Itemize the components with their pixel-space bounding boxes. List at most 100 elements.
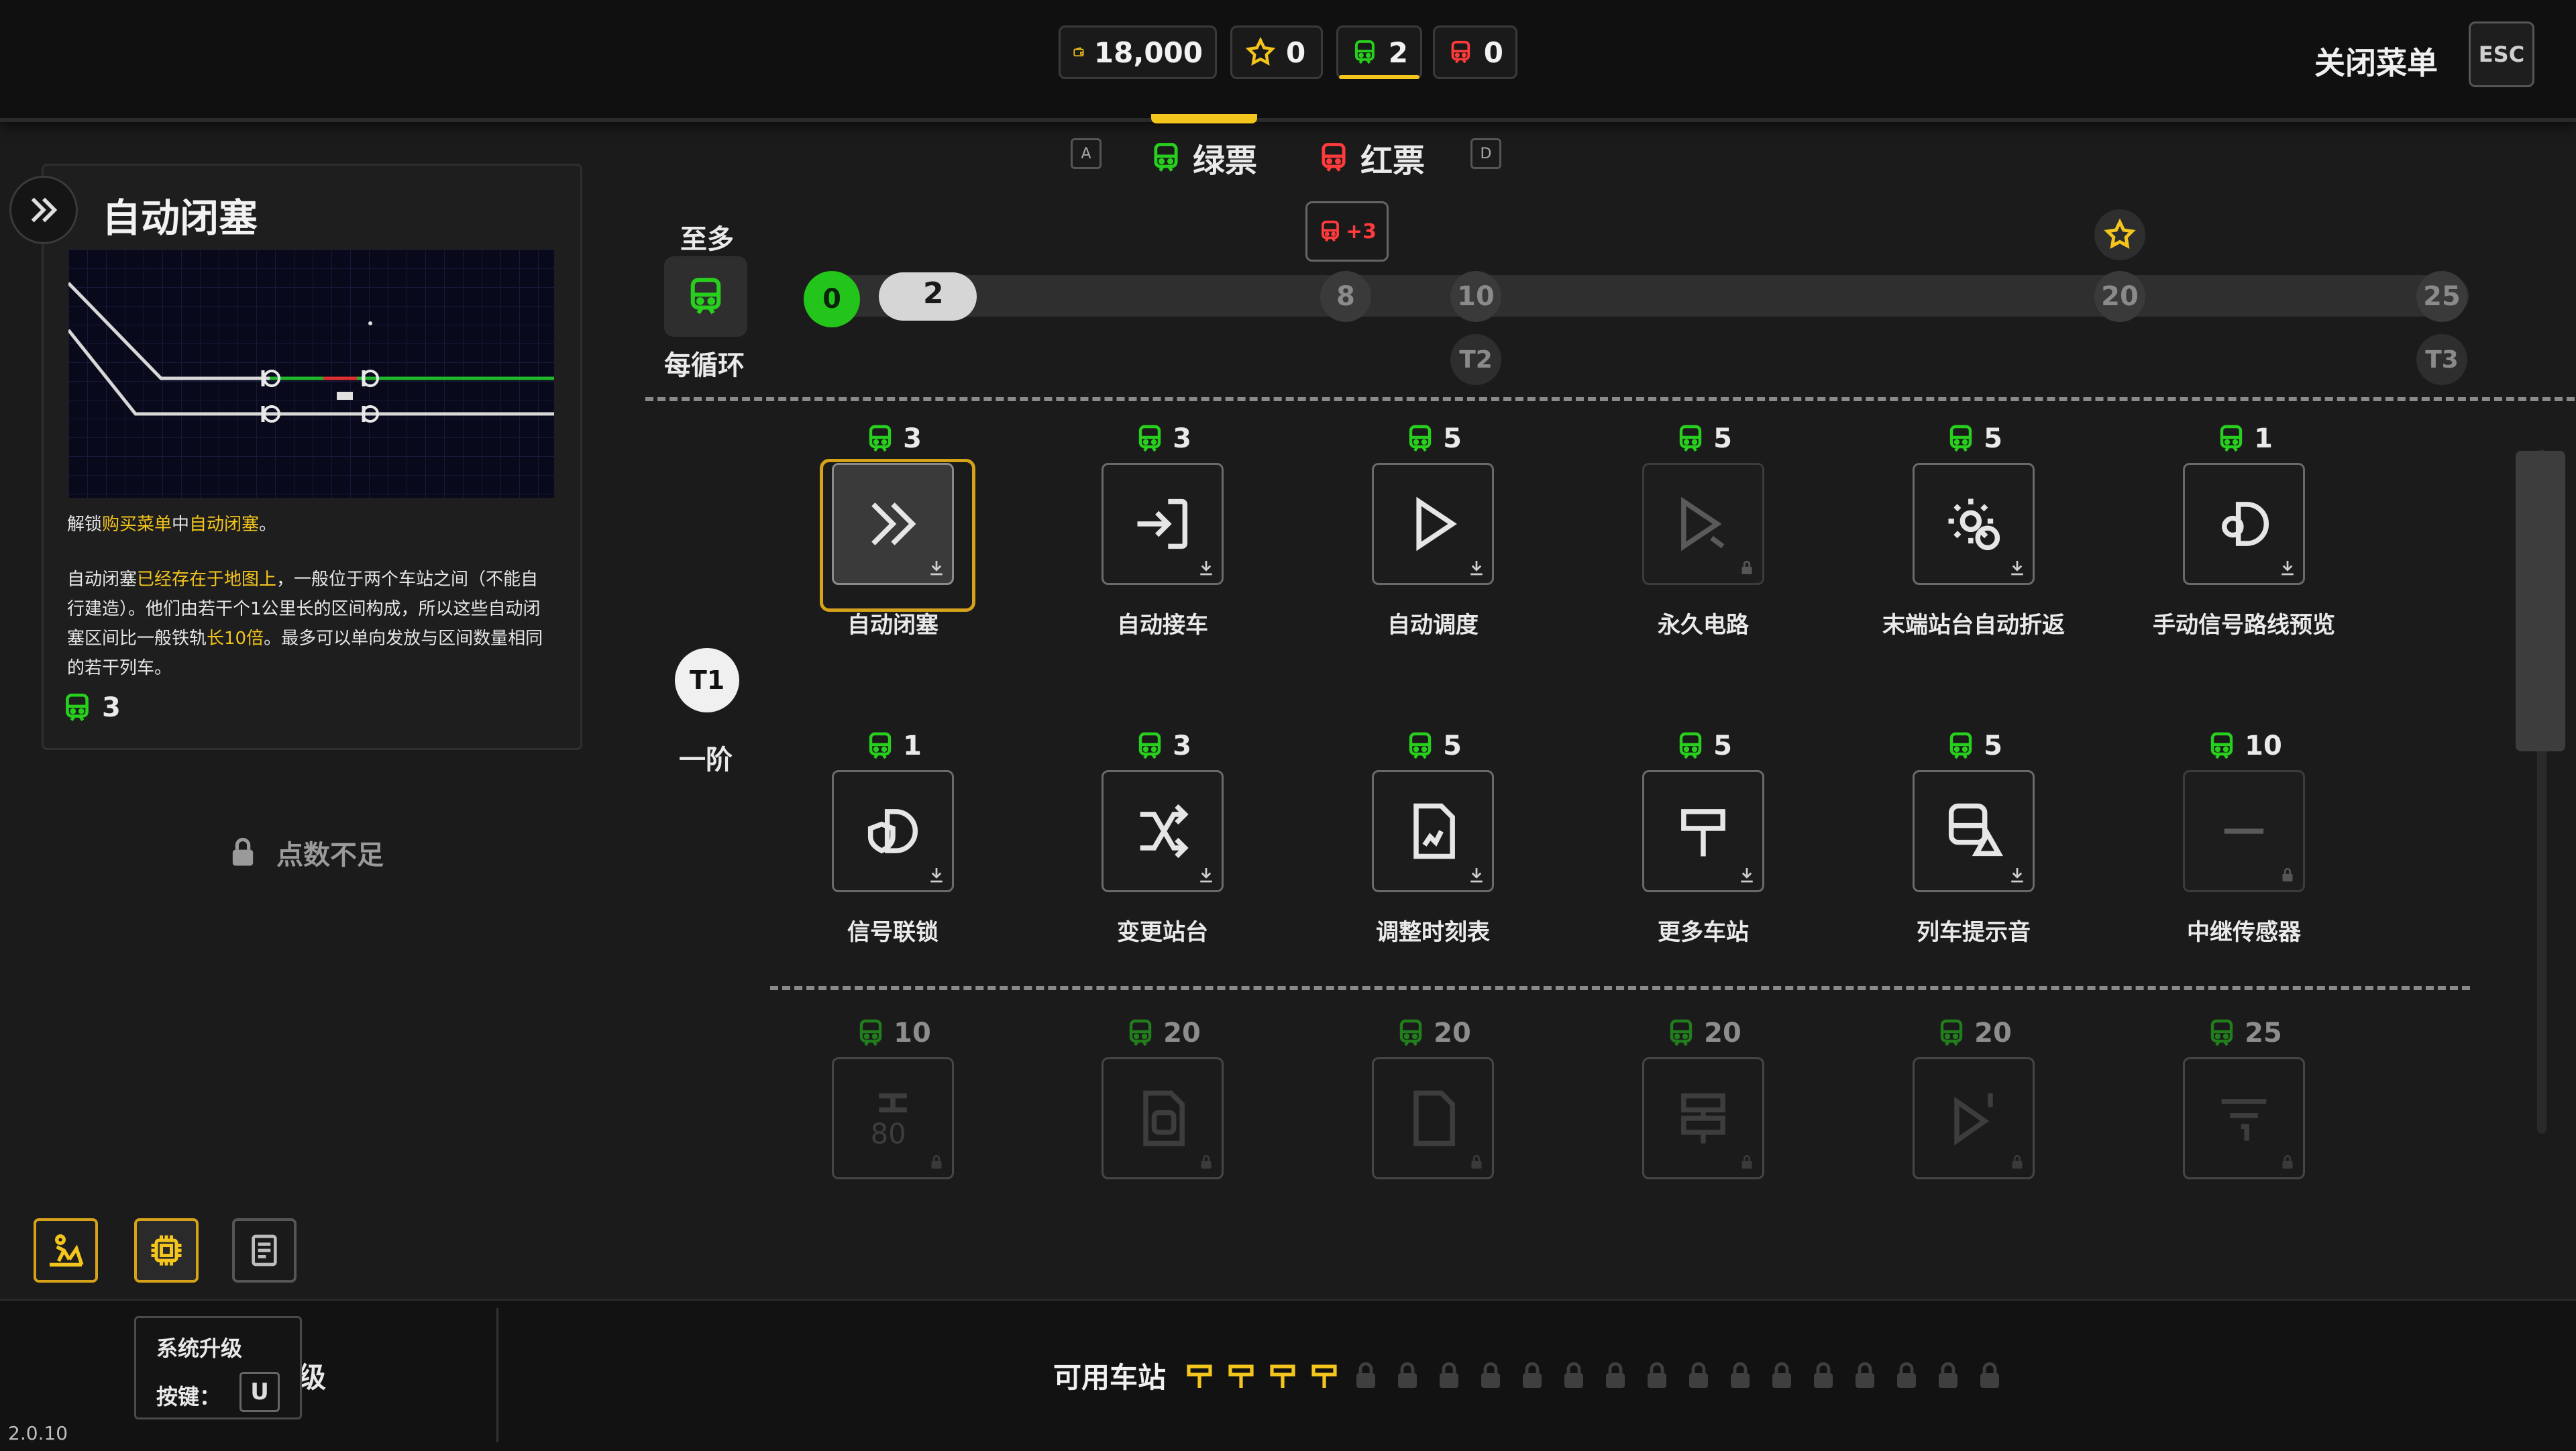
red-ticket-counter[interactable]: 0 [1433,25,1517,79]
esc-key-button[interactable]: ESC [2469,21,2534,87]
green-train-icon [1395,1017,1427,1049]
detail-preview-image [67,250,554,498]
upgrade-icon-box[interactable] [1913,1057,2035,1179]
progress-max-value: 2 [923,276,944,311]
green-ticket-counter[interactable]: 2 [1336,25,1422,79]
upgrade-cost: 10 [829,1017,957,1049]
red-ticket-value: 0 [1483,36,1503,69]
upgrade-cost-value: 20 [1163,1018,1201,1049]
upgrade-cost: 5 [1910,730,2037,762]
green-train-icon [1674,423,1707,455]
stars-counter: 0 [1230,25,1323,79]
upgrade-icon-box[interactable] [1642,463,1764,585]
prev-tab-key[interactable]: A [1071,138,1102,169]
collapse-panel-button[interactable] [9,176,78,244]
close-menu-label[interactable]: 关闭菜单 [2314,39,2438,83]
station-sign-icon [1183,1358,1216,1393]
money-value: 18,000 [1093,36,1203,69]
upgrade-icon-box[interactable] [1372,1057,1494,1179]
upgrade-name: 永久电路 [1658,612,1749,639]
detail-desc-1: 解锁购买菜单中自动闭塞。 [67,510,550,539]
upgrade-cost-value: 1 [903,731,922,761]
construction-tool-button[interactable] [34,1218,98,1283]
upgrade-icon-box[interactable] [1913,463,2035,585]
upgrade-cost: 5 [1640,423,1767,455]
green-train-icon [864,730,896,762]
green-train-icon [2206,730,2238,762]
upgrade-cost: 3 [829,423,957,455]
progress-bottom-label: 每循环 [664,350,745,381]
lock-icon [1890,1358,1923,1393]
tab-red-label: 红票 [1360,142,1426,180]
progress-current-node: 0 [804,271,860,327]
lock-icon [1558,1358,1590,1393]
chip-icon [151,1235,182,1266]
green-train-icon [690,278,721,315]
next-tab-key[interactable]: D [1470,138,1501,169]
upgrade-icon-box[interactable] [1102,463,1224,585]
upgrade-icon-box[interactable] [1372,463,1494,585]
upgrade-icon-box[interactable] [1102,770,1224,892]
upgrade-cost-value: 3 [1173,731,1191,761]
upgrade-cost-value: 10 [2245,731,2282,761]
upgrade-cost-value: 5 [1984,731,2002,761]
lock-icon [1932,1358,1964,1393]
upgrade-icon-box[interactable] [2183,463,2305,585]
manual-book-button[interactable] [232,1218,297,1283]
bottom-divider [496,1308,498,1442]
tab-red-tickets[interactable]: 红票 [1316,134,1425,181]
upgrade-cost-value: 3 [903,423,922,454]
available-stations: 可用车站 [1053,1355,2006,1396]
lock-icon [1391,1358,1424,1393]
upgrade-icon-box[interactable] [832,770,954,892]
lock-icon [232,837,254,866]
green-ticket-value: 2 [1388,36,1408,69]
upgrade-cost: 5 [1369,730,1497,762]
upgrade-name: 手动信号路线预览 [2153,612,2335,639]
upgrade-icon-box[interactable] [2183,1057,2305,1179]
upgrade-cost-value: 20 [1974,1018,2012,1049]
upgrade-icon-box[interactable] [1642,1057,1764,1179]
green-train-icon [1945,423,1977,455]
wallet-icon [1073,47,1084,57]
selection-frame [820,459,975,612]
upgrade-icon-box[interactable] [1913,770,2035,892]
green-train-icon [1124,1017,1157,1049]
upgrade-icon-box[interactable] [1372,770,1494,892]
tab-green-tickets[interactable]: 绿票 [1148,134,1257,181]
progress-track [805,275,2469,317]
upgrade-cost-value: 5 [1443,423,1462,454]
green-train-icon [1404,423,1436,455]
lock-icon [1807,1358,1839,1393]
filter-one-icon [2210,1085,2277,1152]
system-upgrade-button[interactable] [134,1218,199,1283]
green-train-icon [1945,730,1977,762]
bonus-red-ticket-badge: +3 [1305,201,1389,262]
upgrade-icon-box[interactable]: 80 [832,1057,954,1179]
desc-segment: 自动闭塞 [189,515,260,535]
upgrade-icon-box[interactable] [1642,770,1764,892]
scrollbar-thumb[interactable] [2516,451,2565,751]
desc-segment: 解锁 [67,515,103,535]
upgrade-name: 中继传感器 [2187,919,2301,946]
tooltip-title: 系统升级 [156,1336,243,1361]
lock-icon [1350,1358,1382,1393]
lock-icon [1599,1358,1631,1393]
lock-icon [1474,1358,1507,1393]
signal-shield-icon [859,798,926,865]
detail-cost: 3 [60,691,121,724]
dash-icon [2210,798,2277,865]
upgrade-cost: 20 [1910,1017,2037,1049]
worker-icon [50,1234,84,1267]
lock-icon [1974,1358,2006,1393]
detail-title: 自动闭塞 [102,195,258,241]
upgrade-cost-value: 20 [1434,1018,1471,1049]
tier-divider [770,986,2470,990]
upgrade-icon-box[interactable] [1102,1057,1224,1179]
upgrade-cost-value: 5 [1984,423,2002,454]
lock-icon [1682,1358,1715,1393]
station-sign-icon [1267,1358,1299,1393]
upgrade-icon-box[interactable] [2183,770,2305,892]
upgrade-cost: 10 [2180,730,2308,762]
train-warning-icon [1940,798,2007,865]
